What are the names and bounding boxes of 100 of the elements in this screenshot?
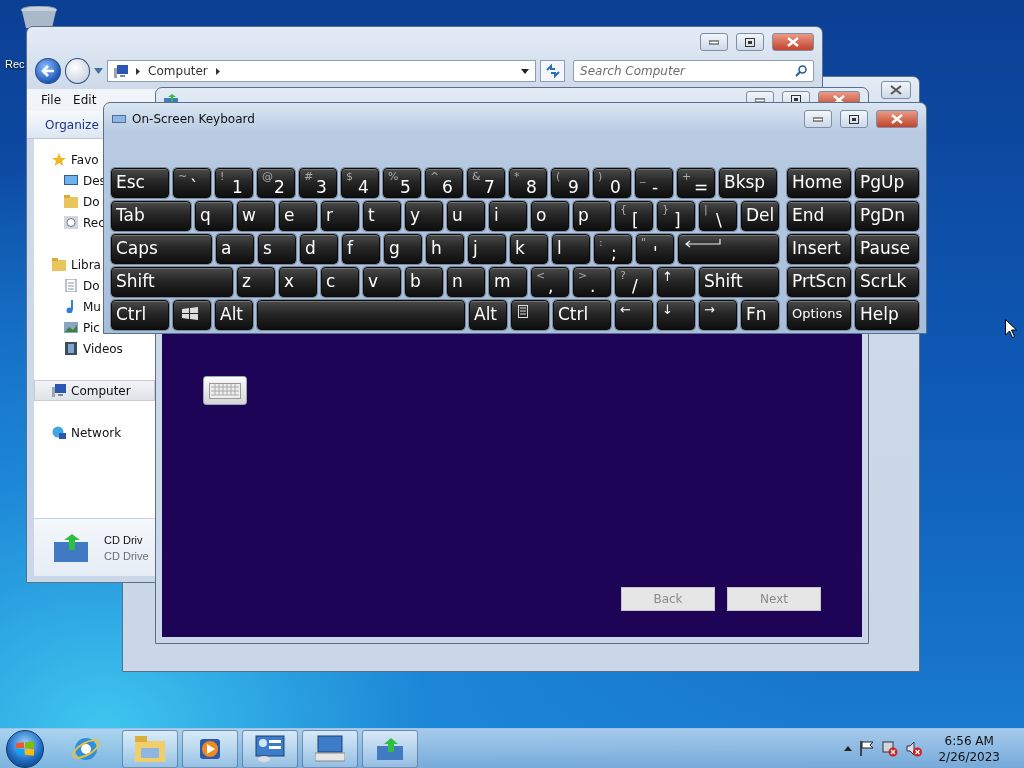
close-button[interactable] <box>881 81 911 99</box>
key[interactable]: ! 1 <box>215 168 253 198</box>
key[interactable]: i <box>489 201 527 231</box>
key[interactable]: q <box>195 201 233 231</box>
key[interactable]: Esc <box>111 168 169 198</box>
key[interactable]: e <box>279 201 317 231</box>
refresh-button[interactable] <box>540 60 566 82</box>
key[interactable]: r <box>321 201 359 231</box>
desktop-icon-label[interactable]: Rec <box>5 58 25 70</box>
key[interactable]: p <box>573 201 611 231</box>
key[interactable]: # 3 <box>299 168 337 198</box>
media-player-button[interactable] <box>182 729 238 768</box>
key[interactable]: n <box>447 267 485 297</box>
keyboard-button[interactable] <box>203 376 247 405</box>
key[interactable]: Ctrl <box>111 300 169 330</box>
key[interactable]: PgUp <box>855 168 919 198</box>
key[interactable]: ← <box>615 300 653 330</box>
key[interactable]: Bksp <box>719 168 777 198</box>
key[interactable] <box>173 300 211 330</box>
key[interactable]: < , <box>531 267 569 297</box>
recycle-bin-icon[interactable] <box>20 6 58 28</box>
key[interactable]: End <box>787 201 851 231</box>
key[interactable]: @2 <box>257 168 295 198</box>
start-button[interactable] <box>6 729 44 768</box>
address-bar[interactable]: Computer <box>107 60 537 82</box>
maximize-button[interactable] <box>840 110 868 128</box>
key[interactable]: %5 <box>383 168 421 198</box>
key[interactable]: z <box>237 267 275 297</box>
dropdown-caret-icon[interactable] <box>521 68 530 74</box>
key[interactable]: PgDn <box>855 201 919 231</box>
key[interactable]: * 8 <box>509 168 547 198</box>
key[interactable]: Ctrl <box>553 300 611 330</box>
key[interactable]: Shift <box>699 267 779 297</box>
menu-item[interactable]: File <box>35 91 68 109</box>
key[interactable]: Alt <box>215 300 253 330</box>
folder-taskbar-button[interactable] <box>122 729 178 768</box>
key[interactable]: b <box>405 267 443 297</box>
key[interactable]: t <box>363 201 401 231</box>
key[interactable]: w <box>237 201 275 231</box>
key[interactable]: ~ ` <box>173 168 211 198</box>
key[interactable]: + = <box>677 168 715 198</box>
key[interactable]: Shift <box>111 267 233 297</box>
key[interactable]: " ' <box>636 234 674 264</box>
key[interactable]: c <box>321 267 359 297</box>
key[interactable]: { [ <box>615 201 653 231</box>
key[interactable]: m <box>489 267 527 297</box>
clock-time[interactable]: 6:56 AM <box>944 732 994 749</box>
key[interactable]: Tab <box>111 201 191 231</box>
nav-item[interactable]: Computer <box>34 380 155 401</box>
keyboard-taskbar-button[interactable] <box>302 729 358 768</box>
control-panel-button[interactable] <box>242 729 298 768</box>
key[interactable]: Help <box>855 300 919 330</box>
key[interactable]: g <box>384 234 422 264</box>
nav-item[interactable]: Network <box>34 422 155 443</box>
flag-button[interactable] <box>860 741 875 756</box>
close-button[interactable] <box>876 110 918 128</box>
close-button[interactable] <box>772 33 814 51</box>
clock-date[interactable]: 2/26/2023 <box>938 748 1000 765</box>
key[interactable]: Caps <box>111 234 212 264</box>
key[interactable]: ? / <box>615 267 653 297</box>
key[interactable]: $ 4 <box>341 168 379 198</box>
key[interactable]: | \ <box>699 201 737 231</box>
key[interactable]: j <box>468 234 506 264</box>
network-button[interactable] <box>882 740 899 757</box>
key[interactable]: Options <box>787 300 851 330</box>
key[interactable] <box>511 300 549 330</box>
key[interactable]: ↑ <box>657 267 695 297</box>
volume-button[interactable] <box>906 740 923 757</box>
key[interactable]: PrtScn <box>787 267 851 297</box>
key[interactable]: Del <box>741 201 779 231</box>
key[interactable]: y <box>405 201 443 231</box>
show-hidden-icons-button[interactable] <box>844 746 853 751</box>
breadcrumb-item[interactable]: Computer <box>148 64 208 78</box>
setup-taskbar-button[interactable] <box>362 729 418 768</box>
menu-item[interactable]: Edit <box>67 91 103 109</box>
key[interactable] <box>678 234 779 264</box>
key[interactable]: ↓ <box>657 300 695 330</box>
key[interactable]: ScrLk <box>855 267 919 297</box>
key[interactable]: & 7 <box>467 168 505 198</box>
key[interactable]: _ - <box>635 168 673 198</box>
key[interactable]: l <box>552 234 590 264</box>
key[interactable]: d <box>300 234 338 264</box>
forward-button[interactable] <box>64 58 91 84</box>
key[interactable]: ) 0 <box>593 168 631 198</box>
key[interactable]: o <box>531 201 569 231</box>
key[interactable]: } ] <box>657 201 695 231</box>
key[interactable]: ^ 6 <box>425 168 463 198</box>
key[interactable]: u <box>447 201 485 231</box>
maximize-button[interactable] <box>736 33 764 51</box>
toolbar-button[interactable]: Organize <box>41 115 103 134</box>
key[interactable]: Alt <box>469 300 507 330</box>
key[interactable]: ( 9 <box>551 168 589 198</box>
key[interactable]: a <box>216 234 254 264</box>
key[interactable]: s <box>258 234 296 264</box>
key[interactable]: x <box>279 267 317 297</box>
key[interactable]: : ; <box>594 234 632 264</box>
key[interactable]: > . <box>573 267 611 297</box>
nav-item[interactable]: Videos <box>34 338 155 359</box>
key[interactable]: Insert <box>787 234 851 264</box>
key[interactable]: Pause <box>855 234 919 264</box>
